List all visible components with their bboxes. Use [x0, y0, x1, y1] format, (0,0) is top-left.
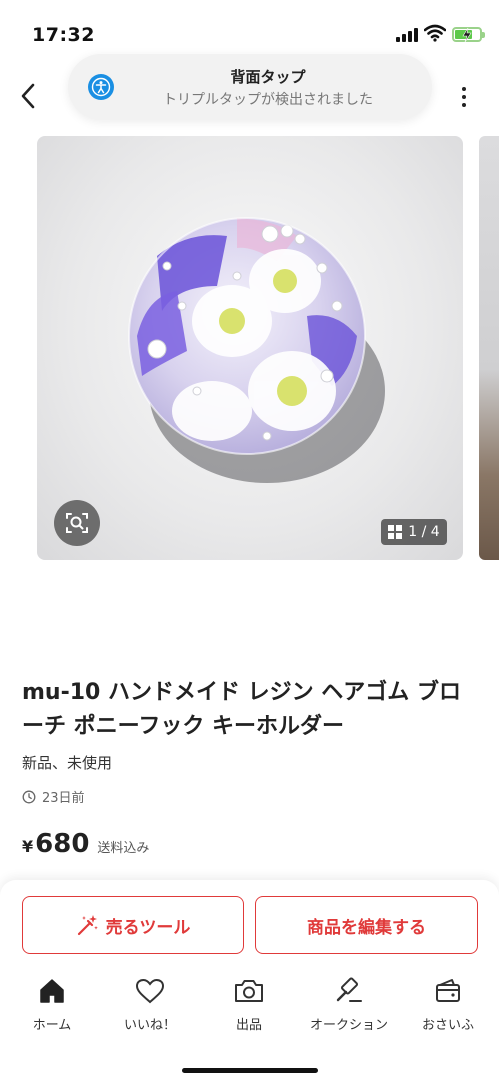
product-image[interactable] [37, 136, 463, 560]
back-button[interactable] [14, 80, 42, 112]
accessibility-icon [88, 74, 114, 100]
status-bar: 17:32 [0, 0, 499, 60]
edit-item-button[interactable]: 商品を編集する [255, 896, 478, 954]
product-condition: 新品、未使用 [22, 754, 113, 772]
home-indicator [182, 1068, 318, 1073]
image-counter-text: 1 / 4 [408, 524, 440, 540]
tab-auction-label: オークション [309, 1018, 388, 1033]
battery-charging-icon [452, 27, 485, 42]
price-value: 680 [35, 829, 90, 859]
sell-tool-button[interactable]: 売るツール [22, 896, 244, 954]
tab-auction[interactable]: オークション [299, 970, 399, 1034]
next-product-image[interactable] [479, 136, 499, 560]
heart-icon [133, 974, 167, 1008]
sell-tool-label: 売るツール [105, 917, 191, 938]
wallet-icon [431, 974, 465, 1008]
wifi-icon [423, 24, 447, 42]
tab-home[interactable]: ホーム [2, 970, 102, 1034]
banner-subtitle: トリプルタップが検出されました [163, 92, 373, 108]
clock-icon [22, 790, 36, 803]
gavel-icon [332, 974, 366, 1008]
tab-sell[interactable]: 出品 [199, 970, 299, 1034]
banner-title: 背面タップ [230, 68, 306, 86]
home-icon [35, 974, 69, 1008]
accessibility-banner[interactable]: 背面タップ トリプルタップが検出されました [68, 54, 432, 120]
tab-home-label: ホーム [32, 1018, 72, 1033]
image-search-icon [66, 513, 88, 533]
product-title: mu-10 ハンドメイド レジン ヘアゴム ブローチ ポニーフック キーホルダー [22, 680, 461, 739]
price-row: ¥ 680 送料込み [22, 829, 149, 859]
posted-time-text: 23日前 [42, 791, 85, 806]
tab-bar: ホーム いいね！ 出品 オークション おさいふ [0, 970, 499, 1040]
image-search-button[interactable] [54, 500, 100, 546]
image-counter: 1 / 4 [381, 519, 447, 545]
status-time: 17:32 [32, 24, 95, 46]
camera-icon [232, 974, 266, 1008]
magic-wand-icon [77, 915, 98, 936]
tab-likes-label: いいね！ [123, 1018, 176, 1033]
tab-wallet-label: おさいふ [421, 1018, 474, 1033]
edit-item-label: 商品を編集する [307, 917, 426, 938]
tab-sell-label: 出品 [235, 1018, 262, 1033]
more-options-button[interactable] [452, 82, 476, 112]
cellular-signal-icon [396, 26, 420, 42]
tab-likes[interactable]: いいね！ [100, 970, 200, 1034]
grid-icon [388, 525, 403, 539]
price-currency: ¥ [22, 837, 34, 856]
tab-wallet[interactable]: おさいふ [398, 970, 498, 1034]
posted-time: 23日前 [22, 787, 85, 806]
chevron-left-icon [21, 83, 35, 109]
shipping-label: 送料込み [97, 841, 150, 856]
